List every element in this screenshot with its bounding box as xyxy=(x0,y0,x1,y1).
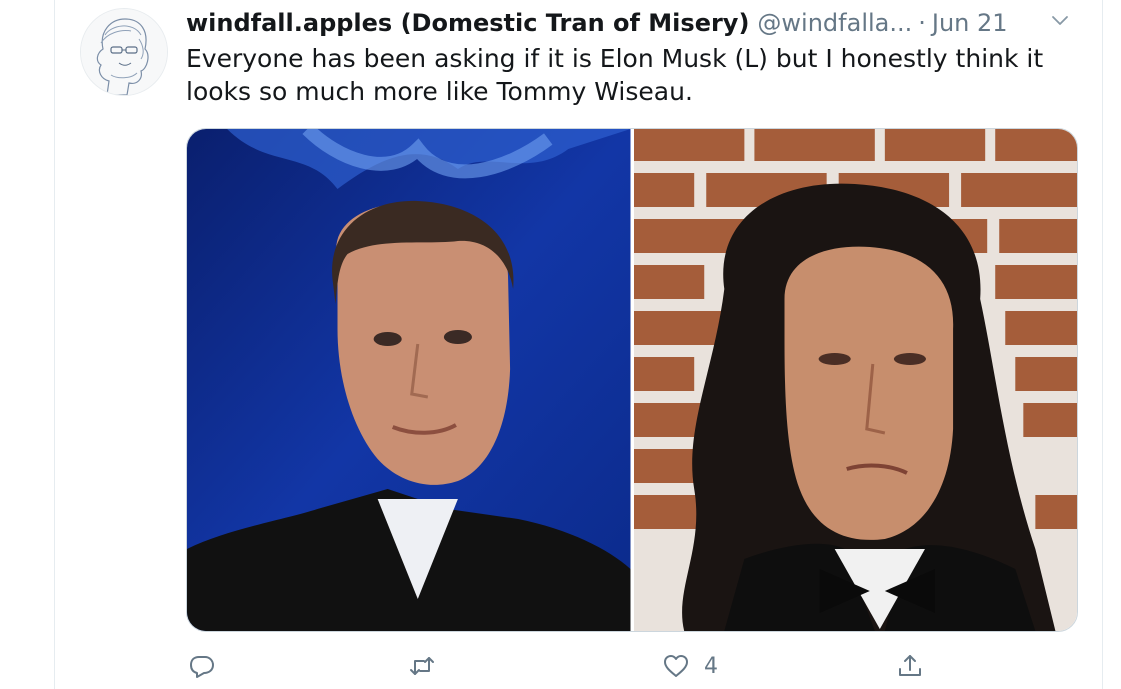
tweet-media[interactable] xyxy=(186,128,1078,632)
media-photo-right[interactable] xyxy=(633,129,1077,631)
tweet-text: Everyone has been asking if it is Elon M… xyxy=(186,44,1044,106)
like-button[interactable]: 4 xyxy=(662,646,718,686)
user-handle[interactable]: @windfalla... xyxy=(757,9,912,37)
share-button[interactable] xyxy=(896,646,924,686)
display-name[interactable]: windfall.apples (Domestic Tran of Misery… xyxy=(186,9,749,37)
share-icon xyxy=(896,652,924,680)
tweet[interactable]: windfall.apples (Domestic Tran of Misery… xyxy=(55,0,1102,689)
header-separator: · xyxy=(918,9,926,37)
tweet-date[interactable]: Jun 21 xyxy=(932,9,1008,37)
reply-icon xyxy=(188,652,216,680)
retweet-icon xyxy=(408,652,436,680)
like-count: 4 xyxy=(704,653,718,679)
timeline-border-right xyxy=(1102,0,1103,689)
heart-icon xyxy=(662,652,690,680)
media-photo-left[interactable] xyxy=(187,129,631,631)
avatar[interactable] xyxy=(80,8,168,96)
chevron-down-icon[interactable] xyxy=(1048,8,1072,32)
tweet-actions: 4 xyxy=(186,646,1076,686)
reply-button[interactable] xyxy=(188,646,216,686)
retweet-button[interactable] xyxy=(408,646,436,686)
tweet-header: windfall.apples (Domestic Tran of Misery… xyxy=(186,6,1102,40)
